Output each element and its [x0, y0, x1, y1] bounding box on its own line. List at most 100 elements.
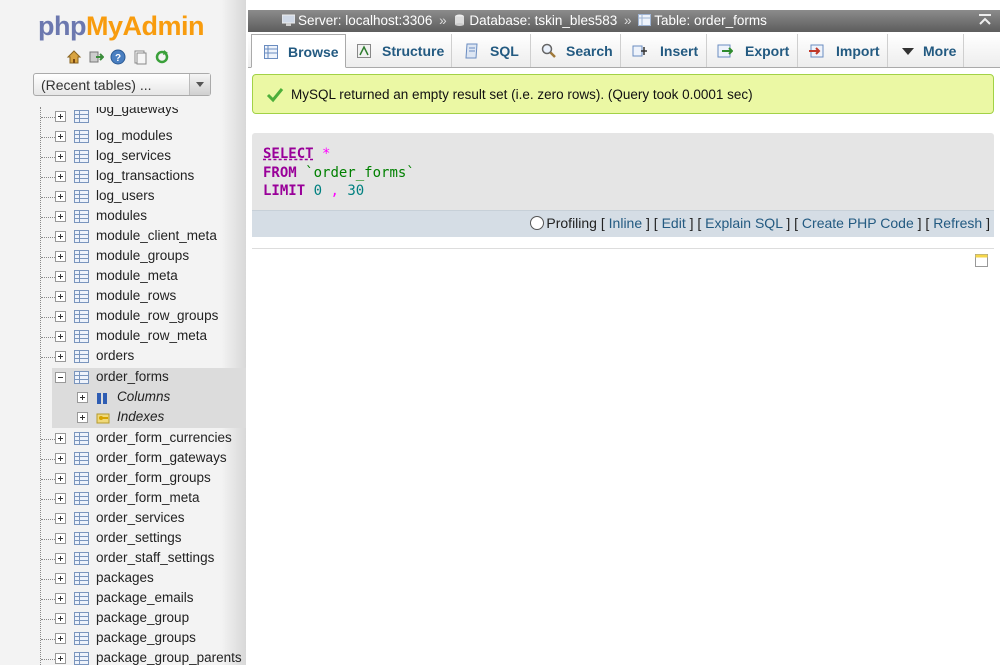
- tree-item-label[interactable]: order_staff_settings: [96, 550, 214, 565]
- exit-icon[interactable]: [88, 49, 104, 65]
- tree-item[interactable]: order_settings: [0, 529, 246, 549]
- tree-item[interactable]: order_form_groups: [0, 469, 246, 489]
- tab-structure[interactable]: Structure: [346, 34, 452, 67]
- tab-search[interactable]: Search: [531, 34, 621, 67]
- tree-item-label[interactable]: module_meta: [96, 268, 178, 283]
- expand-icon[interactable]: [55, 271, 66, 282]
- tree-item-label[interactable]: log_modules: [96, 128, 173, 143]
- tree-item[interactable]: order_form_gateways: [0, 449, 246, 469]
- tree-item-active[interactable]: order_forms: [52, 368, 246, 388]
- tree-item-label[interactable]: log_users: [96, 188, 155, 203]
- tree-item-label[interactable]: modules: [96, 208, 147, 223]
- tree-item-label[interactable]: module_rows: [96, 288, 176, 303]
- expand-icon[interactable]: [55, 633, 66, 644]
- edit-link[interactable]: Edit: [662, 215, 686, 231]
- profiling-checkbox[interactable]: [530, 216, 545, 230]
- tree-item[interactable]: module_groups: [0, 247, 246, 267]
- recent-tables-select[interactable]: (Recent tables) ...: [33, 73, 211, 96]
- tree-item-label[interactable]: order_settings: [96, 530, 182, 545]
- tree-item-label[interactable]: package_group: [96, 610, 189, 625]
- tree-item-label[interactable]: module_groups: [96, 248, 189, 263]
- explain-sql-link[interactable]: Explain SQL: [705, 215, 782, 231]
- expand-icon[interactable]: [55, 231, 66, 242]
- tree-subitem-label[interactable]: Indexes: [117, 409, 164, 424]
- docs-icon[interactable]: [132, 49, 148, 65]
- expand-icon[interactable]: [55, 553, 66, 564]
- reload-icon[interactable]: [154, 49, 170, 65]
- expand-icon[interactable]: [55, 433, 66, 444]
- tree-item-label[interactable]: package_groups: [96, 630, 196, 645]
- sql-keyword[interactable]: SELECT: [263, 146, 314, 162]
- expand-icon[interactable]: [55, 211, 66, 222]
- tree-item[interactable]: orders: [0, 347, 246, 367]
- inline-link[interactable]: Inline: [609, 215, 642, 231]
- collapse-up-icon[interactable]: [978, 13, 992, 27]
- expand-icon[interactable]: [55, 331, 66, 342]
- expand-icon[interactable]: [55, 533, 66, 544]
- expand-icon[interactable]: [55, 111, 66, 122]
- tree-subitem-indexes[interactable]: Indexes: [52, 408, 246, 428]
- tree-item[interactable]: log_modules: [0, 127, 246, 147]
- tree-item-label[interactable]: order_form_currencies: [96, 430, 232, 445]
- expand-icon[interactable]: [55, 131, 66, 142]
- tree-item[interactable]: log_services: [0, 147, 246, 167]
- expand-icon[interactable]: [55, 573, 66, 584]
- tree-item-label[interactable]: module_client_meta: [96, 228, 217, 243]
- tree-item[interactable]: modules: [0, 207, 246, 227]
- expand-icon[interactable]: [55, 613, 66, 624]
- tree-item-label[interactable]: order_form_meta: [96, 490, 200, 505]
- tab-browse[interactable]: Browse: [251, 34, 346, 68]
- create-php-code-link[interactable]: Create PHP Code: [802, 215, 914, 231]
- tree-item[interactable]: order_staff_settings: [0, 549, 246, 569]
- tree-subitem-columns[interactable]: Columns: [52, 388, 246, 408]
- bookmark-note-icon[interactable]: [975, 254, 988, 267]
- tree-item[interactable]: package_group_parents: [0, 649, 246, 665]
- tree-item[interactable]: module_client_meta: [0, 227, 246, 247]
- tree-item[interactable]: package_groups: [0, 629, 246, 649]
- tree-item-label[interactable]: orders: [96, 348, 134, 363]
- tab-sql[interactable]: SQL: [452, 34, 531, 67]
- refresh-link[interactable]: Refresh: [933, 215, 982, 231]
- expand-icon[interactable]: [55, 251, 66, 262]
- tree-item[interactable]: log_gateways: [0, 107, 246, 127]
- tree-item-label[interactable]: module_row_meta: [96, 328, 207, 343]
- breadcrumb-table[interactable]: Table: order_forms: [654, 13, 767, 28]
- expand-icon[interactable]: [55, 453, 66, 464]
- tree-item-label[interactable]: package_group_parents: [96, 650, 242, 665]
- expand-icon[interactable]: [77, 412, 88, 423]
- help-icon[interactable]: ?: [110, 49, 126, 65]
- expand-icon[interactable]: [55, 493, 66, 504]
- expand-icon[interactable]: [55, 593, 66, 604]
- tree-item[interactable]: module_row_groups: [0, 307, 246, 327]
- breadcrumb-server[interactable]: Server: localhost:3306: [298, 13, 432, 28]
- tree-item[interactable]: order_services: [0, 509, 246, 529]
- phpmyadmin-logo[interactable]: phpMyAdmin: [38, 11, 204, 42]
- expand-icon[interactable]: [55, 653, 66, 664]
- tree-item[interactable]: log_users: [0, 187, 246, 207]
- tab-export[interactable]: Export: [707, 34, 798, 67]
- tree-item-label[interactable]: order_forms: [96, 369, 169, 384]
- tree-item-label[interactable]: log_services: [96, 148, 171, 163]
- tree-item-label[interactable]: module_row_groups: [96, 308, 218, 323]
- collapse-icon[interactable]: [55, 372, 66, 383]
- tree-subitem-label[interactable]: Columns: [117, 389, 170, 404]
- tab-more[interactable]: More: [888, 34, 964, 67]
- tree-item-label[interactable]: log_gateways: [96, 107, 179, 116]
- expand-icon[interactable]: [55, 513, 66, 524]
- tree-item[interactable]: module_row_meta: [0, 327, 246, 347]
- tree-item[interactable]: package_emails: [0, 589, 246, 609]
- tree-item[interactable]: log_transactions: [0, 167, 246, 187]
- expand-icon[interactable]: [55, 351, 66, 362]
- expand-icon[interactable]: [55, 151, 66, 162]
- tree-item-label[interactable]: order_form_groups: [96, 470, 211, 485]
- expand-icon[interactable]: [55, 171, 66, 182]
- tab-import[interactable]: Import: [798, 34, 888, 67]
- tree-item[interactable]: packages: [0, 569, 246, 589]
- tree-item[interactable]: module_rows: [0, 287, 246, 307]
- tree-item[interactable]: module_meta: [0, 267, 246, 287]
- expand-icon[interactable]: [55, 311, 66, 322]
- tree-item-label[interactable]: package_emails: [96, 590, 194, 605]
- tree-item[interactable]: order_form_meta: [0, 489, 246, 509]
- tree-item[interactable]: package_group: [0, 609, 246, 629]
- tree-item-label[interactable]: log_transactions: [96, 168, 194, 183]
